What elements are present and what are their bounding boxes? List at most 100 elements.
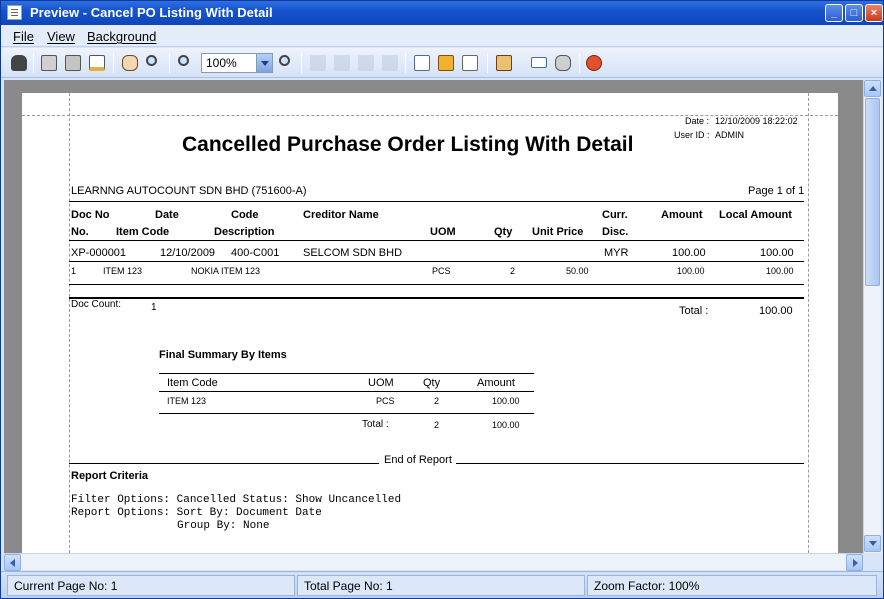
menu-background[interactable]: Background xyxy=(87,29,156,44)
header-rule xyxy=(69,201,804,202)
detail-qty-value: 2 xyxy=(510,266,516,276)
doc-count-label: Doc Count: xyxy=(71,299,122,310)
page-setup-icon[interactable] xyxy=(87,53,107,73)
send-icon[interactable] xyxy=(553,53,573,73)
date-label: Date : xyxy=(685,116,710,126)
doc-count-value: 1 xyxy=(151,302,157,313)
criteria-options: Report Options: Sort By: Document Date xyxy=(71,507,322,519)
arrow-down-icon xyxy=(869,541,877,546)
doc-curr-value: MYR xyxy=(604,247,629,259)
detail-unit-price-value: 50.00 xyxy=(566,266,589,276)
user-label: User ID : xyxy=(674,130,710,140)
report-page: Date : 12/10/2009 18:22:02 User ID : ADM… xyxy=(22,93,838,553)
col-no: No. xyxy=(71,226,89,238)
end-rule xyxy=(456,463,804,464)
close-button[interactable]: × xyxy=(865,4,883,22)
zoom-value: 100% xyxy=(206,56,237,70)
vertical-scroll-thumb[interactable] xyxy=(865,98,880,286)
company-name: LEARNNG AUTOCOUNT SDN BHD (751600-A) xyxy=(71,185,307,197)
previous-page-icon[interactable] xyxy=(332,53,352,73)
detail-local-amount-value: 100.00 xyxy=(766,266,794,276)
summary-title: Final Summary By Items xyxy=(159,349,287,361)
horizontal-scrollbar[interactable] xyxy=(4,553,863,571)
menu-view[interactable]: View xyxy=(47,29,75,44)
exit-icon[interactable] xyxy=(584,53,604,73)
summary-rule xyxy=(159,391,534,392)
col-doc-no: Doc No xyxy=(71,209,110,221)
arrow-left-icon xyxy=(10,559,15,567)
summary-uom-value: PCS xyxy=(376,396,395,406)
toolbar-separator xyxy=(487,53,488,73)
zoom-in-icon[interactable] xyxy=(277,53,297,73)
col-unit-price: Unit Price xyxy=(532,226,584,238)
first-page-icon[interactable] xyxy=(308,53,328,73)
col-qty: Qty xyxy=(494,226,513,238)
summary-item-code-value: ITEM 123 xyxy=(167,396,207,406)
zoom-factor-status: Zoom Factor: 100% xyxy=(587,575,877,596)
multi-page-icon[interactable] xyxy=(412,53,432,73)
col-local-amount: Local Amount xyxy=(719,209,792,221)
detail-amount-value: 100.00 xyxy=(677,266,705,276)
header-rule xyxy=(69,240,804,241)
chevron-down-icon[interactable] xyxy=(256,54,272,72)
summary-total-qty: 2 xyxy=(434,420,440,430)
doc-date-value: 12/10/2009 xyxy=(160,247,216,259)
scroll-up-button[interactable] xyxy=(864,80,881,97)
minimize-button[interactable]: _ xyxy=(825,4,843,22)
col-date: Date xyxy=(155,209,179,221)
total-rule xyxy=(69,297,804,299)
toolbar-separator xyxy=(301,53,302,73)
window-title: Preview - Cancel PO Listing With Detail xyxy=(30,5,273,20)
email-icon[interactable] xyxy=(529,53,549,73)
summary-col-uom: UOM xyxy=(368,377,394,389)
hand-icon[interactable] xyxy=(120,53,140,73)
zoom-select[interactable]: 100% xyxy=(201,53,273,73)
criteria-title: Report Criteria xyxy=(71,470,149,482)
doc-local-amount-value: 100.00 xyxy=(760,247,794,259)
zoom-out-icon[interactable] xyxy=(176,53,196,73)
toolbar-separator xyxy=(579,53,580,73)
export-icon[interactable] xyxy=(494,53,514,73)
detail-item-code-value: ITEM 123 xyxy=(103,266,143,276)
menu-file[interactable]: File xyxy=(13,29,34,44)
arrow-up-icon xyxy=(869,86,877,91)
end-of-report: End of Report xyxy=(384,454,452,466)
toolbar-separator xyxy=(113,53,114,73)
scroll-left-button[interactable] xyxy=(4,554,21,571)
criteria-group-by: Group By: None xyxy=(177,520,270,532)
summary-rule xyxy=(159,413,534,414)
detail-description-value: NOKIA ITEM 123 xyxy=(191,266,261,276)
scroll-right-button[interactable] xyxy=(846,554,863,571)
last-page-icon[interactable] xyxy=(380,53,400,73)
printer-setup-icon[interactable] xyxy=(39,53,59,73)
toolbar-separator xyxy=(169,53,170,73)
printer-icon[interactable] xyxy=(63,53,83,73)
col-uom: UOM xyxy=(430,226,456,238)
col-creditor-name: Creditor Name xyxy=(303,209,379,221)
col-description: Description xyxy=(214,226,275,238)
doc-amount-value: 100.00 xyxy=(672,247,706,259)
binoculars-icon[interactable] xyxy=(9,53,29,73)
summary-total-amount: 100.00 xyxy=(492,420,520,430)
magnifier-icon[interactable] xyxy=(144,53,164,73)
col-item-code: Item Code xyxy=(116,226,170,238)
next-page-icon[interactable] xyxy=(356,53,376,73)
maximize-button[interactable]: □ xyxy=(845,4,863,22)
color-icon[interactable] xyxy=(436,53,456,73)
scroll-down-button[interactable] xyxy=(864,535,881,552)
col-disc: Disc. xyxy=(602,226,629,238)
vertical-scrollbar[interactable] xyxy=(863,80,881,553)
summary-rule xyxy=(159,373,534,374)
detail-no-value: 1 xyxy=(71,266,77,276)
grand-total-value: 100.00 xyxy=(759,305,793,317)
col-amount: Amount xyxy=(661,209,703,221)
watermark-icon[interactable] xyxy=(460,53,480,73)
preview-area[interactable]: Date : 12/10/2009 18:22:02 User ID : ADM… xyxy=(4,80,863,553)
end-rule xyxy=(69,463,379,464)
toolbar xyxy=(1,48,883,78)
page-info: Page 1 of 1 xyxy=(748,185,805,197)
col-code: Code xyxy=(231,209,259,221)
doc-code-value: 400-C001 xyxy=(231,247,280,259)
summary-qty-value: 2 xyxy=(434,396,440,406)
user-value: ADMIN xyxy=(715,130,744,140)
